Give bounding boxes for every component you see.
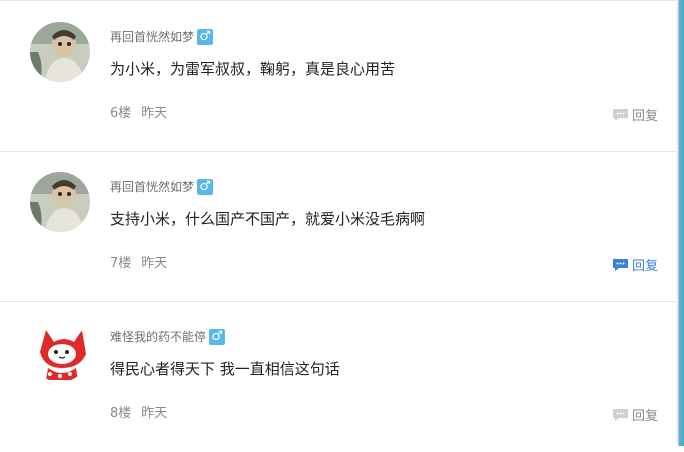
floor-number: 7楼 bbox=[110, 256, 132, 271]
comment-item: 难怪我的药不能停 ♂ 得民心者得天下 我一直相信这句话 8楼 昨天 回复 bbox=[0, 302, 676, 452]
comment-text: 支持小米，什么国产不国产，就爱小米没毛病啊 bbox=[110, 210, 426, 228]
avatar[interactable] bbox=[30, 172, 90, 232]
avatar[interactable] bbox=[30, 22, 90, 82]
username[interactable]: 难怪我的药不能停 bbox=[110, 329, 206, 345]
window-edge bbox=[676, 0, 684, 446]
speech-bubble-icon bbox=[612, 108, 628, 121]
comment-time: 昨天 bbox=[141, 106, 168, 121]
username[interactable]: 再回首恍然如梦 bbox=[110, 29, 194, 45]
avatar[interactable] bbox=[30, 322, 90, 382]
comment-item: 再回首恍然如梦 ♂ 为小米，为雷军叔叔，鞠躬，真是良心用苦 6楼 昨天 回复 bbox=[0, 2, 676, 152]
comment-time: 昨天 bbox=[141, 406, 168, 421]
comment-text: 得民心者得天下 我一直相信这句话 bbox=[110, 360, 340, 378]
comment-meta: 7楼 昨天 bbox=[110, 256, 167, 272]
comment-meta: 8楼 昨天 bbox=[110, 406, 167, 422]
reply-label: 回复 bbox=[631, 109, 658, 124]
male-icon: ♂ bbox=[209, 329, 226, 345]
reply-button[interactable]: 回复 bbox=[612, 405, 658, 424]
reply-button[interactable]: 回复 bbox=[612, 255, 658, 274]
floor-number: 6楼 bbox=[110, 106, 132, 121]
floor-number: 8楼 bbox=[110, 406, 132, 421]
speech-bubble-icon bbox=[612, 408, 628, 421]
reply-label: 回复 bbox=[631, 409, 658, 424]
top-divider bbox=[0, 0, 676, 1]
comment-text: 为小米，为雷军叔叔，鞠躬，真是良心用苦 bbox=[110, 60, 396, 78]
speech-bubble-icon bbox=[612, 258, 628, 271]
comment-time: 昨天 bbox=[141, 256, 168, 271]
username[interactable]: 再回首恍然如梦 bbox=[110, 179, 194, 195]
comment-meta: 6楼 昨天 bbox=[110, 106, 167, 122]
reply-label: 回复 bbox=[631, 259, 658, 274]
reply-button[interactable]: 回复 bbox=[612, 105, 658, 124]
comment-item: 再回首恍然如梦 ♂ 支持小米，什么国产不国产，就爱小米没毛病啊 7楼 昨天 回复 bbox=[0, 152, 676, 302]
male-icon: ♂ bbox=[197, 29, 214, 45]
male-icon: ♂ bbox=[197, 179, 214, 195]
